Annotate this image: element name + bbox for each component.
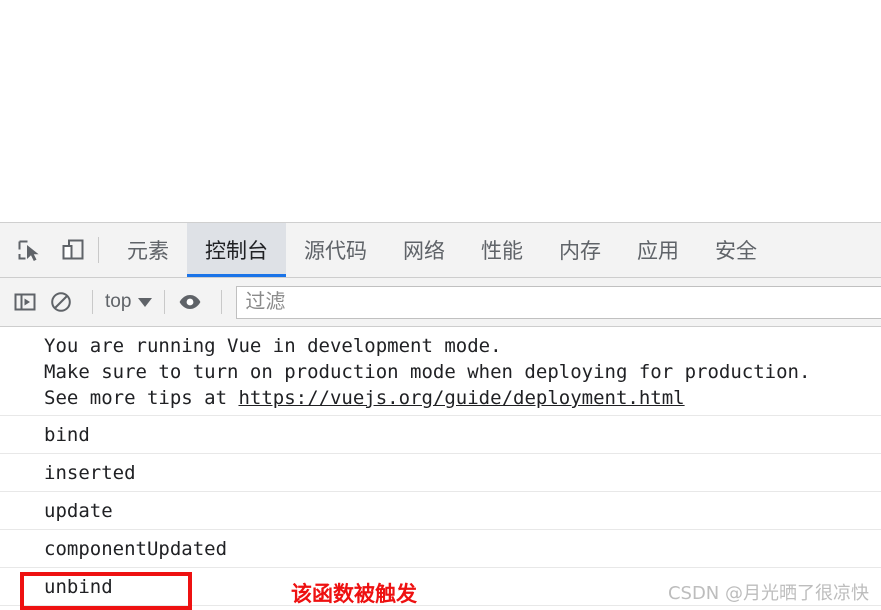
console-log-componentUpdated: componentUpdated — [0, 530, 881, 568]
vue-warning-line-3: See more tips at https://vuejs.org/guide… — [44, 385, 881, 411]
console-filter-toolbar: top 过滤 — [0, 278, 881, 327]
devtools-tabbar: 元素 控制台 源代码 网络 性能 内存 应用 安全 — [0, 223, 881, 278]
console-log-inserted: inserted — [0, 454, 881, 492]
tab-label: 内存 — [559, 240, 601, 263]
device-toolbar-icon[interactable] — [58, 235, 88, 265]
tab-sources[interactable]: 源代码 — [286, 223, 385, 277]
tab-memory[interactable]: 内存 — [541, 223, 619, 277]
tab-label: 性能 — [481, 240, 523, 263]
csdn-watermark: CSDN @月光晒了很凉快 — [667, 583, 869, 604]
console-sidebar-icon[interactable] — [10, 287, 40, 317]
log-text: componentUpdated — [44, 537, 228, 560]
execution-context-select[interactable]: top — [103, 291, 154, 313]
tab-label: 控制台 — [205, 240, 268, 263]
devtools-tool-icons — [0, 223, 88, 277]
live-expression-eye-icon[interactable] — [175, 287, 205, 317]
devtools-panel: 元素 控制台 源代码 网络 性能 内存 应用 安全 top 过滤 You are… — [0, 222, 881, 610]
console-log-update: update — [0, 492, 881, 530]
chevron-down-icon — [138, 297, 153, 307]
console-log-bind: bind — [0, 416, 881, 454]
console-message-list: You are running Vue in development mode.… — [0, 327, 881, 610]
tab-security[interactable]: 安全 — [697, 223, 775, 277]
vue-deployment-link[interactable]: https://vuejs.org/guide/deployment.html — [238, 387, 684, 409]
tab-label: 元素 — [127, 240, 169, 263]
web-page-viewport — [0, 0, 881, 222]
toolbar-divider — [98, 237, 99, 263]
log-text: bind — [44, 423, 90, 446]
tab-elements[interactable]: 元素 — [109, 223, 187, 277]
tab-network[interactable]: 网络 — [385, 223, 463, 277]
tab-label: 网络 — [403, 240, 445, 263]
tab-performance[interactable]: 性能 — [463, 223, 541, 277]
filterbar-divider — [164, 290, 166, 314]
devtools-tab-list: 元素 控制台 源代码 网络 性能 内存 应用 安全 — [109, 223, 881, 277]
filterbar-divider — [221, 290, 223, 314]
log-text: unbind — [44, 575, 113, 598]
console-filter-input[interactable]: 过滤 — [236, 285, 881, 319]
execution-context-label: top — [105, 291, 132, 312]
tab-console[interactable]: 控制台 — [187, 223, 286, 277]
vue-warning-line-3-prefix: See more tips at — [44, 387, 239, 409]
log-text: update — [44, 499, 113, 522]
tab-label: 源代码 — [304, 240, 367, 263]
tab-application[interactable]: 应用 — [619, 223, 697, 277]
vue-warning-line-1: You are running Vue in development mode. — [44, 335, 502, 357]
vue-warning-line-2: Make sure to turn on production mode whe… — [44, 361, 811, 383]
filterbar-divider — [92, 290, 93, 314]
tab-label: 安全 — [715, 240, 757, 263]
console-message-vue-warning: You are running Vue in development mode.… — [0, 327, 881, 416]
tab-label: 应用 — [637, 240, 679, 263]
annotation-red-note: 该函数被触发 — [291, 582, 417, 606]
clear-console-icon[interactable] — [46, 287, 76, 317]
inspect-element-icon[interactable] — [14, 235, 44, 265]
log-text: inserted — [44, 461, 136, 484]
